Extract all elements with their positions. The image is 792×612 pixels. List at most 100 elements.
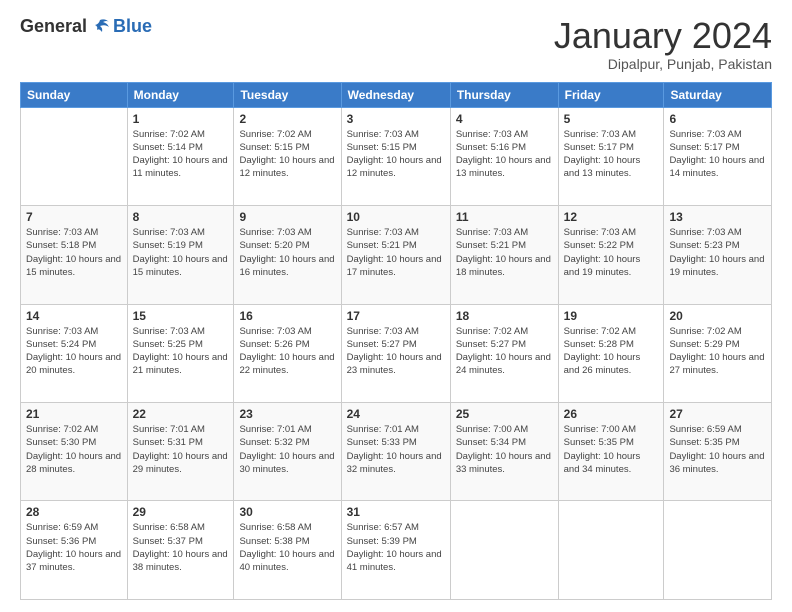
day-number: 27 xyxy=(669,407,766,421)
logo-text-blue: Blue xyxy=(113,16,152,37)
day-number: 21 xyxy=(26,407,122,421)
day-cell: 17 Sunrise: 7:03 AM Sunset: 5:27 PM Dayli… xyxy=(341,304,450,402)
day-info: Sunrise: 7:03 AM Sunset: 5:26 PM Dayligh… xyxy=(239,325,335,378)
day-info: Sunrise: 7:02 AM Sunset: 5:30 PM Dayligh… xyxy=(26,423,122,476)
day-info: Sunrise: 7:03 AM Sunset: 5:15 PM Dayligh… xyxy=(347,128,445,181)
weekday-saturday: Saturday xyxy=(664,82,772,107)
day-info: Sunrise: 7:03 AM Sunset: 5:18 PM Dayligh… xyxy=(26,226,122,279)
day-info: Sunrise: 7:03 AM Sunset: 5:17 PM Dayligh… xyxy=(669,128,766,181)
weekday-wednesday: Wednesday xyxy=(341,82,450,107)
day-cell xyxy=(558,501,664,600)
day-cell: 24 Sunrise: 7:01 AM Sunset: 5:33 PM Dayli… xyxy=(341,403,450,501)
day-number: 14 xyxy=(26,309,122,323)
main-title: January 2024 xyxy=(554,16,772,56)
day-number: 26 xyxy=(564,407,659,421)
week-row-4: 21 Sunrise: 7:02 AM Sunset: 5:30 PM Dayli… xyxy=(21,403,772,501)
day-cell: 6Sunrise: 7:03 AM Sunset: 5:17 PM Daylig… xyxy=(664,107,772,205)
day-cell: 20 Sunrise: 7:02 AM Sunset: 5:29 PM Dayli… xyxy=(664,304,772,402)
day-cell: 21 Sunrise: 7:02 AM Sunset: 5:30 PM Dayli… xyxy=(21,403,128,501)
title-block: January 2024 Dipalpur, Punjab, Pakistan xyxy=(554,16,772,72)
day-info: Sunrise: 6:59 AM Sunset: 5:35 PM Dayligh… xyxy=(669,423,766,476)
week-row-3: 14 Sunrise: 7:03 AM Sunset: 5:24 PM Dayli… xyxy=(21,304,772,402)
day-info: Sunrise: 7:02 AM Sunset: 5:14 PM Dayligh… xyxy=(133,128,229,181)
day-cell: 25 Sunrise: 7:00 AM Sunset: 5:34 PM Dayli… xyxy=(450,403,558,501)
day-info: Sunrise: 6:58 AM Sunset: 5:38 PM Dayligh… xyxy=(239,521,335,574)
day-cell xyxy=(664,501,772,600)
day-info: Sunrise: 7:02 AM Sunset: 5:15 PM Dayligh… xyxy=(239,128,335,181)
day-info: Sunrise: 7:03 AM Sunset: 5:16 PM Dayligh… xyxy=(456,128,553,181)
header: General Blue January 2024 Dipalpur, Punj… xyxy=(20,16,772,72)
day-cell: 30 Sunrise: 6:58 AM Sunset: 5:38 PM Dayli… xyxy=(234,501,341,600)
day-number: 3 xyxy=(347,112,445,126)
day-number: 30 xyxy=(239,505,335,519)
day-number: 8 xyxy=(133,210,229,224)
day-number: 17 xyxy=(347,309,445,323)
day-number: 1 xyxy=(133,112,229,126)
weekday-header-row: SundayMondayTuesdayWednesdayThursdayFrid… xyxy=(21,82,772,107)
day-cell: 31 Sunrise: 6:57 AM Sunset: 5:39 PM Dayli… xyxy=(341,501,450,600)
day-cell: 3 Sunrise: 7:03 AM Sunset: 5:15 PM Daylig… xyxy=(341,107,450,205)
day-info: Sunrise: 7:00 AM Sunset: 5:34 PM Dayligh… xyxy=(456,423,553,476)
calendar-table: SundayMondayTuesdayWednesdayThursdayFrid… xyxy=(20,82,772,600)
day-cell: 2 Sunrise: 7:02 AM Sunset: 5:15 PM Daylig… xyxy=(234,107,341,205)
day-number: 24 xyxy=(347,407,445,421)
day-number: 2 xyxy=(239,112,335,126)
day-cell xyxy=(450,501,558,600)
day-cell: 12Sunrise: 7:03 AM Sunset: 5:22 PM Dayli… xyxy=(558,206,664,304)
week-row-1: 1 Sunrise: 7:02 AM Sunset: 5:14 PM Daylig… xyxy=(21,107,772,205)
day-number: 19 xyxy=(564,309,659,323)
day-cell: 18 Sunrise: 7:02 AM Sunset: 5:27 PM Dayli… xyxy=(450,304,558,402)
weekday-thursday: Thursday xyxy=(450,82,558,107)
day-number: 20 xyxy=(669,309,766,323)
day-info: Sunrise: 7:03 AM Sunset: 5:25 PM Dayligh… xyxy=(133,325,229,378)
day-info: Sunrise: 7:03 AM Sunset: 5:21 PM Dayligh… xyxy=(456,226,553,279)
day-number: 15 xyxy=(133,309,229,323)
day-info: Sunrise: 7:01 AM Sunset: 5:31 PM Dayligh… xyxy=(133,423,229,476)
day-number: 5 xyxy=(564,112,659,126)
day-info: Sunrise: 7:03 AM Sunset: 5:21 PM Dayligh… xyxy=(347,226,445,279)
day-cell: 26Sunrise: 7:00 AM Sunset: 5:35 PM Dayli… xyxy=(558,403,664,501)
day-number: 4 xyxy=(456,112,553,126)
day-info: Sunrise: 7:01 AM Sunset: 5:32 PM Dayligh… xyxy=(239,423,335,476)
day-cell: 13Sunrise: 7:03 AM Sunset: 5:23 PM Dayli… xyxy=(664,206,772,304)
day-info: Sunrise: 6:57 AM Sunset: 5:39 PM Dayligh… xyxy=(347,521,445,574)
day-cell: 28 Sunrise: 6:59 AM Sunset: 5:36 PM Dayli… xyxy=(21,501,128,600)
sub-title: Dipalpur, Punjab, Pakistan xyxy=(554,56,772,72)
day-info: Sunrise: 7:03 AM Sunset: 5:27 PM Dayligh… xyxy=(347,325,445,378)
day-cell: 5 Sunrise: 7:03 AM Sunset: 5:17 PM Daylig… xyxy=(558,107,664,205)
day-info: Sunrise: 7:02 AM Sunset: 5:28 PM Dayligh… xyxy=(564,325,659,378)
day-info: Sunrise: 7:01 AM Sunset: 5:33 PM Dayligh… xyxy=(347,423,445,476)
logo-bird-icon xyxy=(89,18,111,36)
day-info: Sunrise: 7:02 AM Sunset: 5:27 PM Dayligh… xyxy=(456,325,553,378)
week-row-2: 7Sunrise: 7:03 AM Sunset: 5:18 PM Daylig… xyxy=(21,206,772,304)
day-number: 25 xyxy=(456,407,553,421)
day-info: Sunrise: 7:02 AM Sunset: 5:29 PM Dayligh… xyxy=(669,325,766,378)
day-cell xyxy=(21,107,128,205)
day-cell: 4 Sunrise: 7:03 AM Sunset: 5:16 PM Daylig… xyxy=(450,107,558,205)
day-info: Sunrise: 6:59 AM Sunset: 5:36 PM Dayligh… xyxy=(26,521,122,574)
day-number: 10 xyxy=(347,210,445,224)
day-number: 31 xyxy=(347,505,445,519)
day-number: 11 xyxy=(456,210,553,224)
day-cell: 27 Sunrise: 6:59 AM Sunset: 5:35 PM Dayli… xyxy=(664,403,772,501)
day-number: 9 xyxy=(239,210,335,224)
day-info: Sunrise: 7:03 AM Sunset: 5:17 PM Dayligh… xyxy=(564,128,659,181)
day-cell: 11 Sunrise: 7:03 AM Sunset: 5:21 PM Dayli… xyxy=(450,206,558,304)
day-number: 18 xyxy=(456,309,553,323)
weekday-monday: Monday xyxy=(127,82,234,107)
day-cell: 15 Sunrise: 7:03 AM Sunset: 5:25 PM Dayli… xyxy=(127,304,234,402)
day-info: Sunrise: 7:03 AM Sunset: 5:24 PM Dayligh… xyxy=(26,325,122,378)
day-number: 23 xyxy=(239,407,335,421)
week-row-5: 28 Sunrise: 6:59 AM Sunset: 5:36 PM Dayli… xyxy=(21,501,772,600)
day-info: Sunrise: 7:03 AM Sunset: 5:19 PM Dayligh… xyxy=(133,226,229,279)
day-number: 28 xyxy=(26,505,122,519)
day-cell: 7Sunrise: 7:03 AM Sunset: 5:18 PM Daylig… xyxy=(21,206,128,304)
day-info: Sunrise: 7:03 AM Sunset: 5:23 PM Dayligh… xyxy=(669,226,766,279)
day-cell: 19 Sunrise: 7:02 AM Sunset: 5:28 PM Dayli… xyxy=(558,304,664,402)
weekday-tuesday: Tuesday xyxy=(234,82,341,107)
day-info: Sunrise: 7:03 AM Sunset: 5:22 PM Dayligh… xyxy=(564,226,659,279)
weekday-friday: Friday xyxy=(558,82,664,107)
day-cell: 22 Sunrise: 7:01 AM Sunset: 5:31 PM Dayli… xyxy=(127,403,234,501)
day-cell: 9Sunrise: 7:03 AM Sunset: 5:20 PM Daylig… xyxy=(234,206,341,304)
day-number: 22 xyxy=(133,407,229,421)
